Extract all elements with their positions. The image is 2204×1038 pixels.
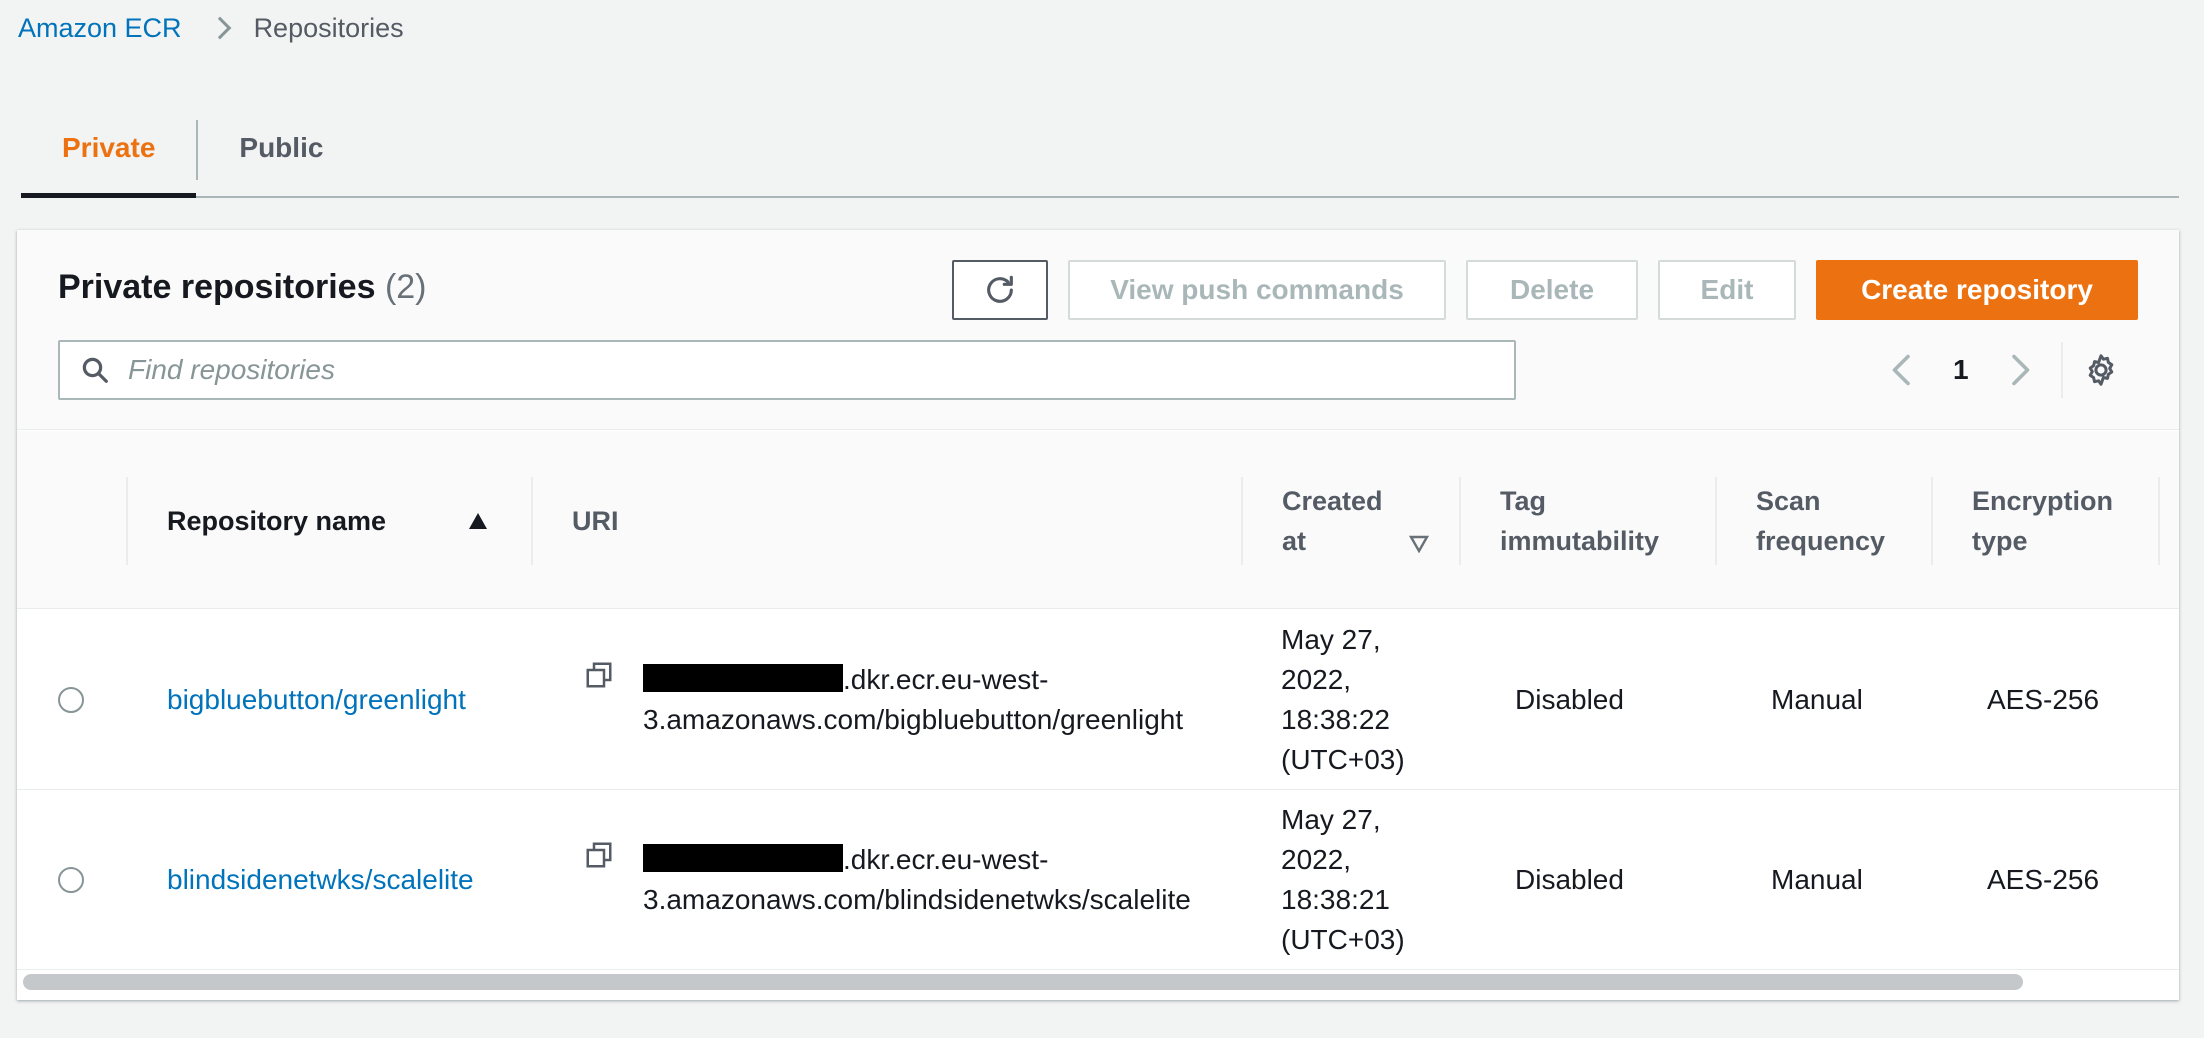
created-at-cell: May 27, 2022, 18:38:22 (UTC+03) xyxy=(1281,610,1405,790)
row-select xyxy=(58,610,84,790)
repository-name-cell: blindsidenetwks/scalelite xyxy=(167,790,474,970)
uri-cell: .dkr.ecr.eu-west- 3.amazonaws.com/bigblu… xyxy=(643,610,1183,790)
redacted-account-id xyxy=(643,664,843,692)
column-divider xyxy=(126,477,128,565)
refresh-button[interactable] xyxy=(952,260,1048,320)
create-repository-button[interactable]: Create repository xyxy=(1816,260,2138,320)
created-timezone: (UTC+03) xyxy=(1281,924,1405,955)
scan-frequency-cell: Manual xyxy=(1771,864,1863,895)
chevron-right-icon xyxy=(208,16,231,40)
pager-divider xyxy=(2060,342,2063,398)
created-time: 18:38:21 xyxy=(1281,884,1390,915)
column-label: Created xyxy=(1282,486,1383,516)
panel-title-text: Private repositories xyxy=(58,268,376,306)
delete-button[interactable]: Delete xyxy=(1466,260,1638,320)
created-year: 2022, xyxy=(1281,664,1352,695)
previous-page-icon[interactable] xyxy=(1887,352,1917,388)
uri-line-1: .dkr.ecr.eu-west- xyxy=(843,664,1049,695)
created-date: May 27, xyxy=(1281,624,1381,655)
column-header-uri: URI xyxy=(572,506,619,536)
column-label: type xyxy=(1972,526,2028,556)
column-label: Encryption xyxy=(1972,486,2114,516)
column-label: Scan xyxy=(1756,486,1821,516)
redacted-account-id xyxy=(643,844,843,872)
column-header-tag-immutability: Tag immutability xyxy=(1500,477,1659,565)
column-divider xyxy=(1459,477,1461,565)
copy-uri-cell xyxy=(584,790,614,970)
uri-line-1: .dkr.ecr.eu-west- xyxy=(843,844,1049,875)
search-input[interactable] xyxy=(126,353,1514,387)
gear-icon[interactable] xyxy=(2083,352,2119,388)
created-year: 2022, xyxy=(1281,844,1352,875)
breadcrumb-link-amazon-ecr[interactable]: Amazon ECR xyxy=(18,13,182,44)
copy-icon[interactable] xyxy=(584,840,614,870)
column-label: Tag xyxy=(1500,486,1546,516)
breadcrumb: Amazon ECR Repositories xyxy=(18,10,404,46)
column-header-encryption-type: Encryption type xyxy=(1972,477,2113,565)
edit-button[interactable]: Edit xyxy=(1658,260,1796,320)
column-divider xyxy=(2158,477,2160,565)
row-select xyxy=(58,790,84,970)
tab-private[interactable]: Private xyxy=(21,104,197,198)
page-title: Private repositories (2) xyxy=(58,268,427,307)
created-timezone: (UTC+03) xyxy=(1281,744,1405,775)
repository-name-cell: bigbluebutton/greenlight xyxy=(167,610,466,790)
sort-descending-icon[interactable] xyxy=(1409,535,1429,553)
row-radio-button[interactable] xyxy=(58,687,84,713)
sort-ascending-icon[interactable] xyxy=(468,512,488,530)
uri-line-2: 3.amazonaws.com/blindsidenetwks/scalelit… xyxy=(643,884,1191,915)
horizontal-scrollbar[interactable] xyxy=(23,974,2173,992)
view-push-commands-button[interactable]: View push commands xyxy=(1068,260,1446,320)
pagination: 1 xyxy=(1887,340,2119,400)
copy-icon[interactable] xyxy=(584,660,614,690)
repository-count: (2) xyxy=(384,268,427,306)
tab-public[interactable]: Public xyxy=(198,104,364,192)
created-date: May 27, xyxy=(1281,804,1381,835)
encryption-type-cell: AES-256 xyxy=(1987,684,2100,715)
tag-immutability-cell: Disabled xyxy=(1515,864,1624,895)
column-divider xyxy=(1715,477,1717,565)
scrollbar-thumb[interactable] xyxy=(23,974,2023,990)
search-icon xyxy=(80,355,110,385)
column-divider xyxy=(531,477,533,565)
column-label: at xyxy=(1282,526,1307,556)
column-label: immutability xyxy=(1500,526,1660,556)
column-label: Repository name xyxy=(167,506,387,536)
table-row: bigbluebutton/greenlight .dkr.ecr.eu-wes… xyxy=(17,610,2179,790)
breadcrumb-current: Repositories xyxy=(253,12,404,43)
column-header-scan-frequency: Scan frequency xyxy=(1756,477,1885,565)
repository-name-link[interactable]: bigbluebutton/greenlight xyxy=(167,680,466,720)
encryption-type-cell: AES-256 xyxy=(1987,864,2100,895)
refresh-icon xyxy=(987,275,1013,303)
search-box xyxy=(58,340,1516,400)
row-radio-button[interactable] xyxy=(58,867,84,893)
repository-tabs: Private Public xyxy=(21,104,2179,198)
repositories-panel: Private repositories (2) View push comma… xyxy=(17,230,2179,1000)
column-divider xyxy=(1931,477,1933,565)
page-number[interactable]: 1 xyxy=(1953,354,1969,386)
column-divider xyxy=(1241,477,1243,565)
column-label: frequency xyxy=(1756,526,1886,556)
column-header-created-at[interactable]: Created at xyxy=(1282,477,1383,565)
table-header: Repository name URI Created at Tag immut… xyxy=(17,431,2179,609)
next-page-icon[interactable] xyxy=(2005,352,2035,388)
uri-cell: .dkr.ecr.eu-west- 3.amazonaws.com/blinds… xyxy=(643,790,1191,970)
created-time: 18:38:22 xyxy=(1281,704,1390,735)
tag-immutability-cell: Disabled xyxy=(1515,684,1624,715)
scan-frequency-cell: Manual xyxy=(1771,684,1863,715)
column-header-repository-name[interactable]: Repository name xyxy=(167,477,488,565)
panel-header: Private repositories (2) View push comma… xyxy=(17,230,2179,430)
table-row: blindsidenetwks/scalelite .dkr.ecr.eu-we… xyxy=(17,790,2179,970)
copy-uri-cell xyxy=(584,610,614,790)
created-at-cell: May 27, 2022, 18:38:21 (UTC+03) xyxy=(1281,790,1405,970)
repository-name-link[interactable]: blindsidenetwks/scalelite xyxy=(167,860,474,900)
uri-line-2: 3.amazonaws.com/bigbluebutton/greenlight xyxy=(643,704,1184,735)
